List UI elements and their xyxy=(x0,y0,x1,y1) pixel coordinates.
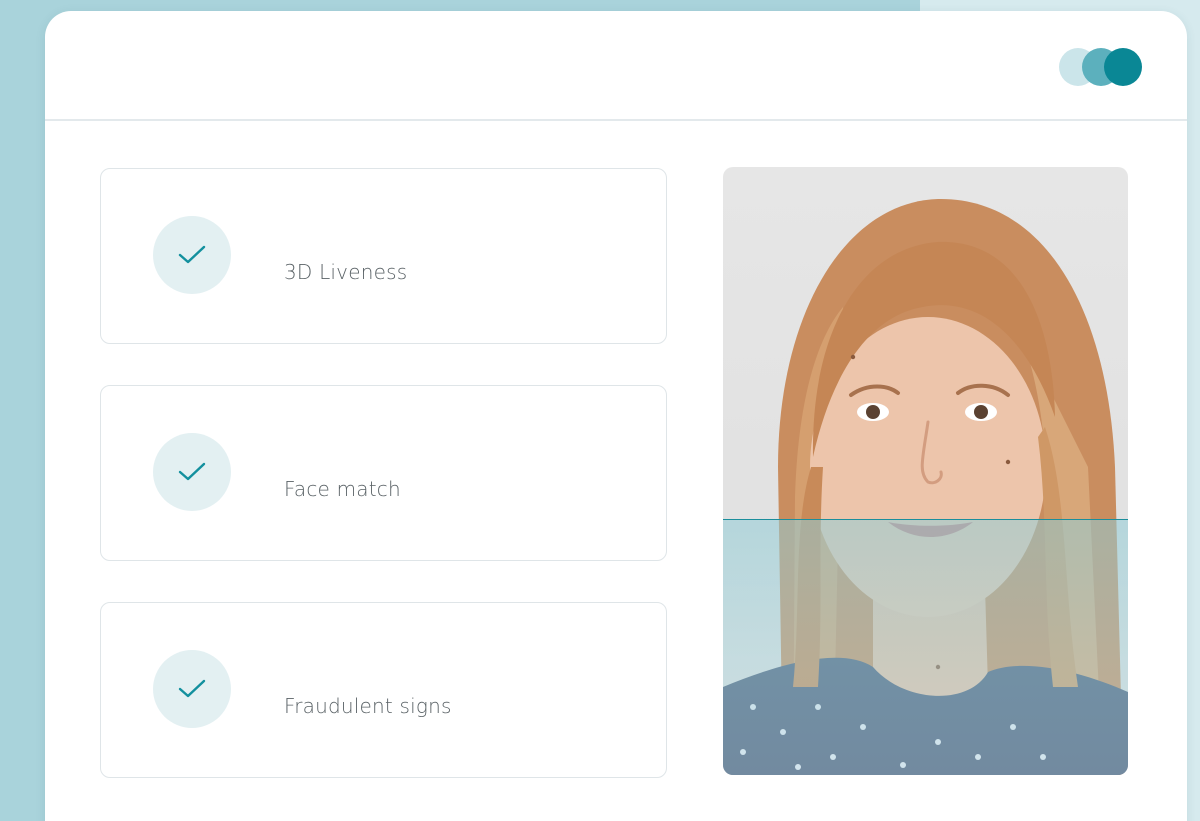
selfie-portrait xyxy=(723,167,1128,775)
check-label: Face match xyxy=(284,477,401,501)
logo-dot-dark xyxy=(1104,48,1142,86)
verification-card: 3D Liveness Face match Fraudulent signs xyxy=(45,11,1187,821)
card-header xyxy=(45,11,1187,121)
check-icon xyxy=(153,216,231,294)
check-label: 3D Liveness xyxy=(284,260,408,284)
scan-overlay xyxy=(723,519,1128,775)
check-item-face-match: Face match xyxy=(100,385,667,561)
check-label: Fraudulent signs xyxy=(284,694,452,718)
check-icon xyxy=(153,433,231,511)
brand-logo xyxy=(1059,48,1151,86)
check-icon xyxy=(153,650,231,728)
check-item-fraudulent-signs: Fraudulent signs xyxy=(100,602,667,778)
check-item-3d-liveness: 3D Liveness xyxy=(100,168,667,344)
